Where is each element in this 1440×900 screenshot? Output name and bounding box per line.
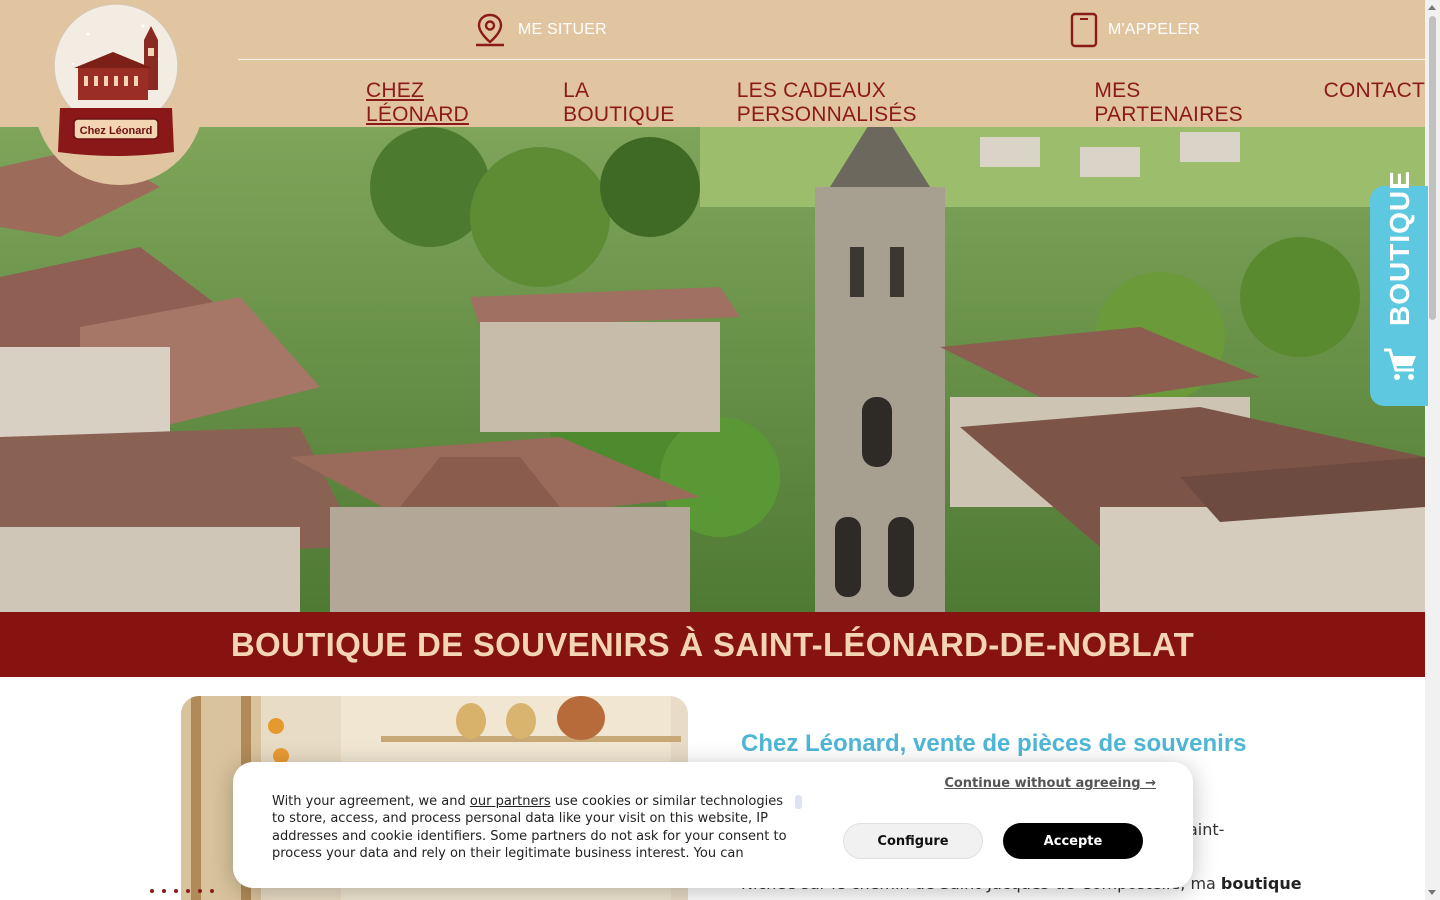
logo-text: Chez Léonard	[80, 125, 153, 137]
scrollbar-thumb[interactable]	[1429, 16, 1436, 320]
scroll-up-arrow-icon[interactable]	[1428, 5, 1436, 10]
intro-heading: Chez Léonard, vente de pièces de souveni…	[741, 730, 1247, 757]
carousel-dots[interactable]	[150, 889, 214, 893]
carousel-dot[interactable]	[150, 889, 154, 893]
shop-side-tab[interactable]: BOUTIQUE	[1370, 170, 1428, 406]
configure-button[interactable]: Configure	[843, 823, 983, 859]
locate-label: ME SITUER	[518, 21, 607, 38]
carousel-dot[interactable]	[186, 889, 190, 893]
cookie-text-start: With your agreement, we and	[272, 794, 470, 809]
scroll-down-arrow-icon[interactable]	[1428, 890, 1436, 895]
continue-without-agreeing-link[interactable]: Continue without agreeing →	[944, 776, 1156, 791]
intro-text-bold: boutique	[1220, 874, 1302, 893]
nav-item-cadeaux-personnalises[interactable]: LES CADEAUX PERSONNALISÉS	[737, 79, 1057, 127]
partners-link[interactable]: our partners	[470, 794, 551, 809]
map-pin-icon	[476, 13, 504, 47]
main-nav: CHEZ LÉONARD LA BOUTIQUE LES CADEAUX PER…	[366, 79, 1425, 127]
nav-item-contact[interactable]: CONTACT	[1324, 79, 1425, 127]
call-label: M'APPELER	[1108, 21, 1200, 38]
phone-icon	[1070, 12, 1098, 48]
snow-globe-logo: Chez Léonard	[53, 4, 179, 156]
carousel-dot[interactable]	[174, 889, 178, 893]
intro-text-fragment: aint-	[1188, 820, 1225, 839]
header-divider	[238, 59, 1425, 60]
carousel-dot[interactable]	[198, 889, 202, 893]
nav-item-partenaires[interactable]: MES PARTENAIRES	[1094, 79, 1285, 127]
site-header: ME SITUER M'APPELER CHEZ LÉONARD LA BOUT…	[0, 0, 1425, 127]
cookie-consent-banner: Continue without agreeing → With your ag…	[233, 762, 1193, 888]
title-banner: BOUTIQUE DE SOUVENIRS À SAINT-LÉONARD-DE…	[0, 612, 1425, 677]
site-logo[interactable]: Chez Léonard	[34, 0, 204, 185]
page-scrollbar[interactable]	[1425, 0, 1440, 900]
carousel-dot[interactable]	[162, 889, 166, 893]
call-link[interactable]: M'APPELER	[1070, 12, 1200, 48]
accept-button[interactable]: Accepte	[1003, 823, 1143, 859]
cookie-text-scrollbar[interactable]	[795, 795, 802, 809]
cookie-text: With your agreement, we and our partners…	[272, 793, 792, 861]
shop-tab-label: BOUTIQUE	[1384, 170, 1415, 326]
hero-image	[0, 127, 1425, 612]
page-title: BOUTIQUE DE SOUVENIRS À SAINT-LÉONARD-DE…	[230, 625, 1195, 663]
carousel-dot[interactable]	[210, 889, 214, 893]
nav-item-chez-leonard[interactable]: CHEZ LÉONARD	[366, 79, 525, 127]
shopping-cart-icon	[1384, 348, 1416, 380]
locate-link[interactable]: ME SITUER	[472, 12, 607, 48]
nav-item-la-boutique[interactable]: LA BOUTIQUE	[563, 79, 699, 127]
page: ME SITUER M'APPELER CHEZ LÉONARD LA BOUT…	[0, 0, 1440, 900]
